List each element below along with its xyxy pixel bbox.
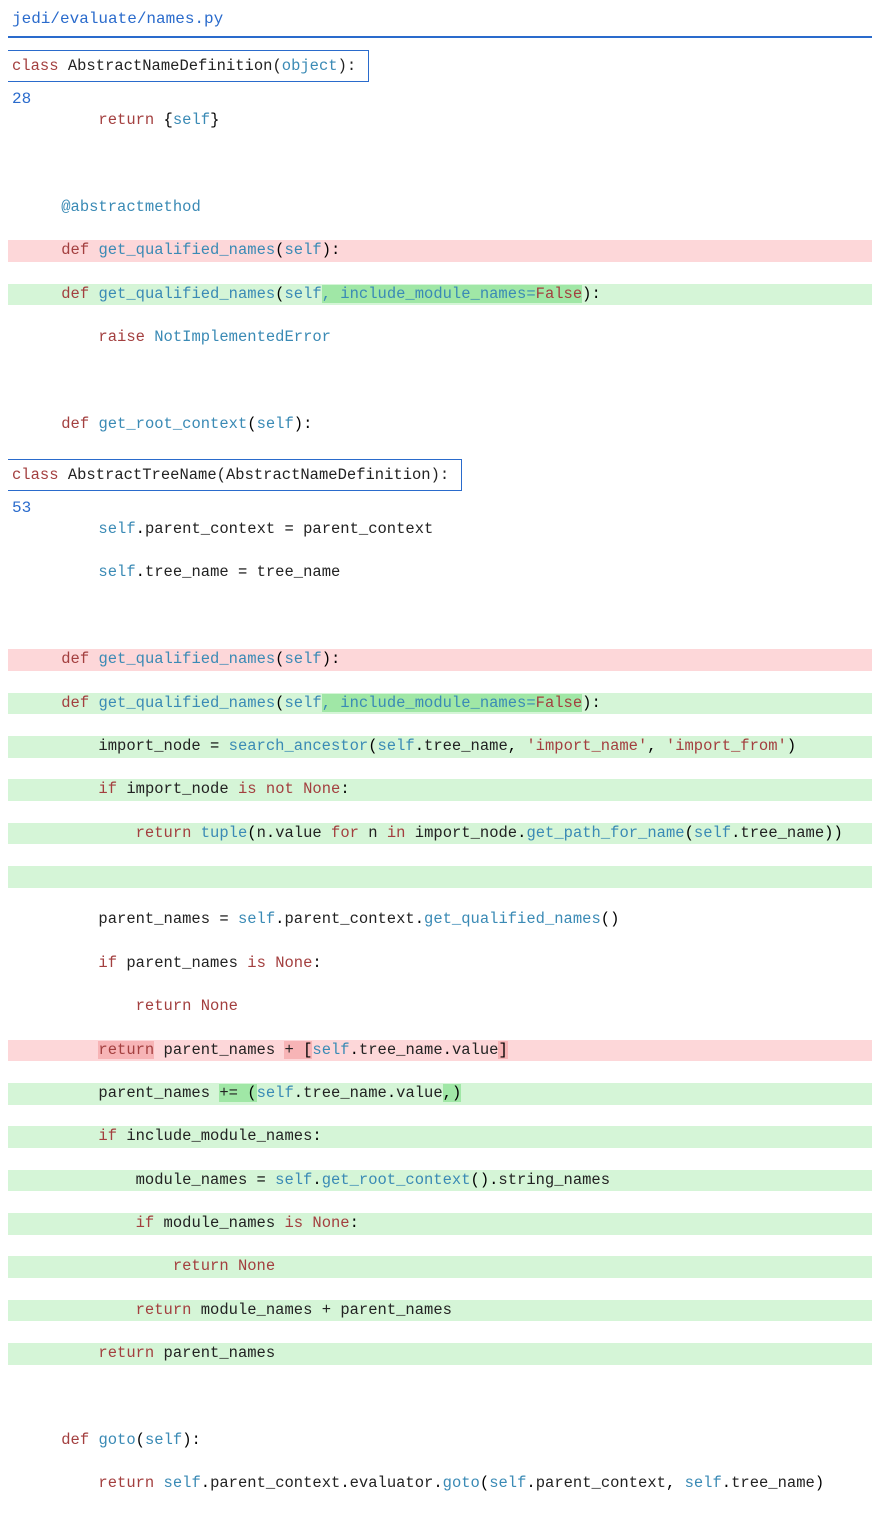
keyword-class: class <box>12 466 59 484</box>
divider <box>8 36 872 38</box>
line-number-53: 53 <box>8 495 872 519</box>
class-header-2[interactable]: class AbstractTreeName(AbstractNameDefin… <box>8 459 462 491</box>
class-name: AbstractNameDefinition <box>68 57 273 75</box>
code-block-2: self.parent_context = parent_context sel… <box>8 519 872 1517</box>
class-header-1[interactable]: class AbstractNameDefinition(object): <box>8 50 369 82</box>
file-path[interactable]: jedi/evaluate/names.py <box>8 8 872 34</box>
line-number-28: 28 <box>8 86 872 110</box>
class-base: AbstractNameDefinition <box>226 466 431 484</box>
code-block-1: return {self} @abstractmethod def get_qu… <box>8 110 872 457</box>
class-base: object <box>282 57 338 75</box>
keyword-class: class <box>12 57 59 75</box>
class-name: AbstractTreeName <box>68 466 217 484</box>
